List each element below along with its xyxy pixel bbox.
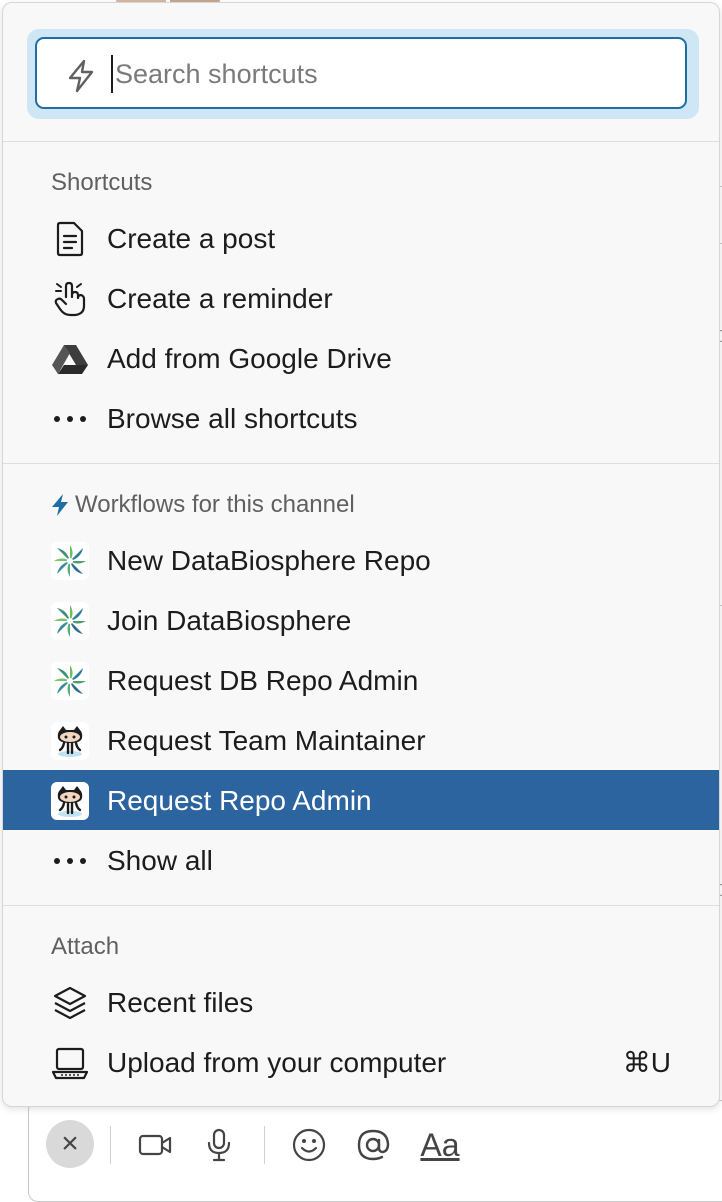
databiosphere-icon <box>51 662 89 700</box>
divider <box>3 463 719 464</box>
menu-item-label: Create a post <box>107 223 276 254</box>
github-octocat-icon <box>51 722 89 760</box>
toolbar-divider <box>264 1126 265 1164</box>
formatting-button[interactable]: Aa <box>416 1126 464 1164</box>
section-title: Attach <box>51 933 120 960</box>
section-title: Workflows for this channel <box>75 491 355 518</box>
search-focus-ring <box>27 29 699 119</box>
document-icon <box>51 220 89 258</box>
menu-item-new-databiosphere-repo[interactable]: New DataBiosphere Repo <box>3 530 719 590</box>
menu-item-browse-shortcuts[interactable]: Browse all shortcuts <box>3 388 719 448</box>
laptop-icon <box>51 1044 89 1082</box>
menu-item-label: Add from Google Drive <box>107 343 392 374</box>
menu-item-label: New DataBiosphere Repo <box>107 545 431 576</box>
lightning-bolt-icon <box>52 494 68 516</box>
layers-icon <box>51 984 89 1022</box>
mention-button[interactable] <box>354 1126 392 1164</box>
microphone-icon <box>207 1128 231 1162</box>
menu-item-label: Create a reminder <box>107 283 333 314</box>
video-clip-button[interactable] <box>136 1126 174 1164</box>
menu-item-label: Request DB Repo Admin <box>107 665 419 696</box>
menu-item-label: Browse all shortcuts <box>107 403 358 434</box>
menu-item-recent-files[interactable]: Recent files <box>3 972 719 1032</box>
menu-item-label: Show all <box>107 845 213 876</box>
more-dots-icon <box>51 842 89 880</box>
divider <box>3 905 719 906</box>
section-title: Shortcuts <box>51 169 153 196</box>
section-header-attach: Attach <box>51 933 119 961</box>
formatting-label: Aa <box>420 1126 460 1163</box>
at-sign-icon <box>357 1129 390 1161</box>
menu-item-label: Join DataBiosphere <box>107 605 352 636</box>
google-drive-icon <box>51 340 89 378</box>
toolbar-divider <box>110 1126 111 1164</box>
search-input[interactable] <box>111 55 655 93</box>
menu-item-show-all[interactable]: Show all <box>3 830 719 890</box>
lightning-bolt-icon <box>68 59 94 93</box>
databiosphere-icon <box>51 542 89 580</box>
menu-item-request-repo-admin[interactable]: Request Repo Admin <box>3 770 719 830</box>
menu-item-label: Upload from your computer <box>107 1047 447 1078</box>
audio-clip-button[interactable] <box>200 1126 238 1164</box>
hand-pointer-icon <box>51 280 89 318</box>
menu-item-upload-from-computer[interactable]: Upload from your computer ⌘U <box>3 1032 719 1092</box>
shortcuts-menu: Shortcuts Create a post Create a reminde… <box>2 2 720 1107</box>
menu-item-create-post[interactable]: Create a post <box>3 208 719 268</box>
keyboard-shortcut: ⌘U <box>622 1047 671 1078</box>
smiley-icon <box>292 1128 326 1162</box>
close-icon: × <box>61 1127 79 1160</box>
menu-item-google-drive[interactable]: Add from Google Drive <box>3 328 719 388</box>
search-box[interactable] <box>35 37 687 109</box>
menu-item-label: Request Repo Admin <box>107 785 372 816</box>
github-octocat-icon <box>51 782 89 820</box>
menu-item-label: Recent files <box>107 987 254 1018</box>
emoji-button[interactable] <box>290 1126 328 1164</box>
menu-item-request-team-maintainer[interactable]: Request Team Maintainer <box>3 710 719 770</box>
close-shortcuts-button[interactable]: × <box>46 1120 94 1168</box>
menu-item-join-databiosphere[interactable]: Join DataBiosphere <box>3 590 719 650</box>
video-camera-icon <box>138 1134 172 1156</box>
section-header-shortcuts: Shortcuts <box>51 169 152 197</box>
composer-toolbar: × Aa <box>44 1118 474 1172</box>
databiosphere-icon <box>51 602 89 640</box>
section-header-workflows: Workflows for this channel <box>51 491 355 519</box>
more-dots-icon <box>51 400 89 438</box>
divider <box>3 141 719 142</box>
menu-item-create-reminder[interactable]: Create a reminder <box>3 268 719 328</box>
menu-item-label: Request Team Maintainer <box>107 725 426 756</box>
menu-item-request-db-repo-admin[interactable]: Request DB Repo Admin <box>3 650 719 710</box>
